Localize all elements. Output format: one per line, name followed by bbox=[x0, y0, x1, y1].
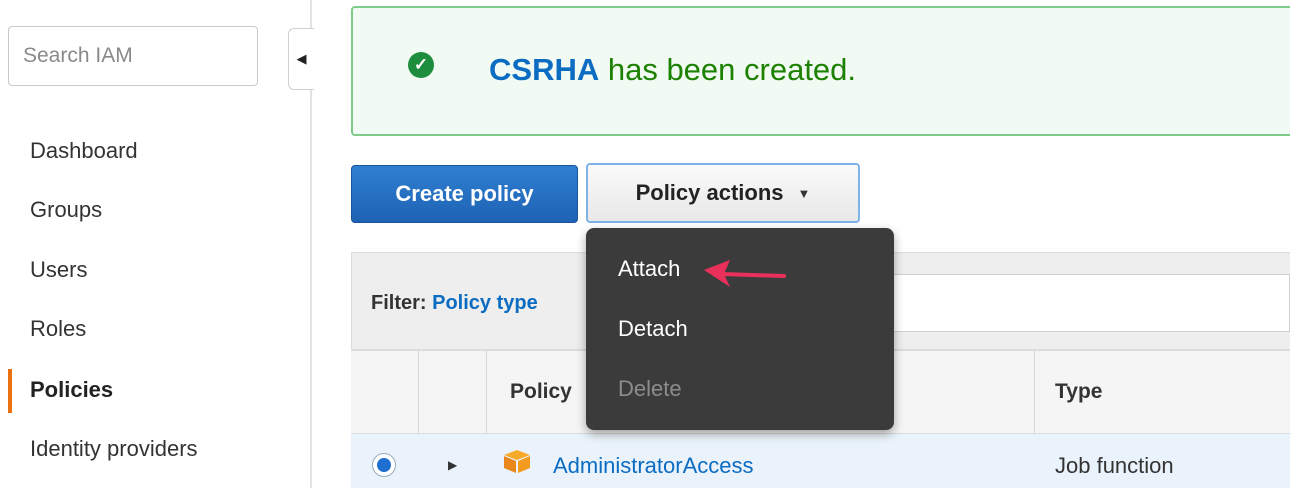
policy-name-link[interactable]: AdministratorAccess bbox=[553, 453, 754, 479]
caret-down-icon: ▼ bbox=[797, 185, 811, 201]
banner-message: CSRHA has been created. bbox=[489, 52, 856, 88]
collapse-sidebar-button[interactable]: ◀ bbox=[288, 28, 314, 90]
policy-actions-button[interactable]: Policy actions ▼ bbox=[586, 163, 860, 223]
policy-type-cell: Job function bbox=[1055, 453, 1174, 478]
create-policy-button[interactable]: Create policy bbox=[351, 165, 578, 223]
policy-actions-label: Policy actions bbox=[635, 180, 784, 205]
menu-item-detach[interactable]: Detach bbox=[618, 316, 688, 342]
filter-search-input[interactable] bbox=[880, 274, 1290, 332]
column-divider bbox=[486, 350, 487, 434]
menu-item-delete: Delete bbox=[618, 376, 682, 401]
sidebar-item-policies[interactable]: Policies bbox=[30, 377, 113, 403]
sidebar-item-users[interactable]: Users bbox=[30, 257, 87, 283]
sidebar-item-dashboard[interactable]: Dashboard bbox=[30, 138, 138, 164]
column-divider bbox=[1034, 350, 1035, 434]
filter-text: Filter: bbox=[371, 292, 427, 314]
search-input[interactable] bbox=[8, 26, 258, 86]
filter-label: Filter: Policy type bbox=[371, 292, 538, 315]
sidebar-item-identity-providers[interactable]: Identity providers bbox=[30, 436, 198, 462]
row-select-radio[interactable] bbox=[372, 453, 396, 477]
triangle-right-icon[interactable]: ▶ bbox=[448, 458, 457, 472]
check-circle-icon: ✓ bbox=[408, 52, 434, 78]
pink-arrow-icon bbox=[704, 260, 786, 287]
sidebar-item-roles[interactable]: Roles bbox=[30, 316, 86, 342]
active-indicator bbox=[8, 369, 12, 413]
triangle-left-icon: ◀ bbox=[296, 51, 307, 66]
aws-policy-cube-icon bbox=[504, 450, 530, 473]
banner-text: has been created. bbox=[599, 52, 857, 87]
column-header-type[interactable]: Type bbox=[1055, 380, 1102, 404]
sidebar: ◀ Dashboard Groups Users Roles Policies … bbox=[0, 0, 314, 488]
sidebar-item-groups[interactable]: Groups bbox=[30, 197, 102, 223]
created-role-link[interactable]: CSRHA bbox=[489, 52, 599, 87]
column-header-policy[interactable]: Policy bbox=[510, 380, 572, 404]
menu-item-attach[interactable]: Attach bbox=[618, 256, 680, 282]
policy-type-filter-link[interactable]: Policy type bbox=[432, 292, 538, 314]
column-divider bbox=[418, 350, 419, 434]
success-banner: ✓ CSRHA has been created. bbox=[351, 6, 1290, 136]
radio-selected-dot bbox=[377, 458, 391, 472]
